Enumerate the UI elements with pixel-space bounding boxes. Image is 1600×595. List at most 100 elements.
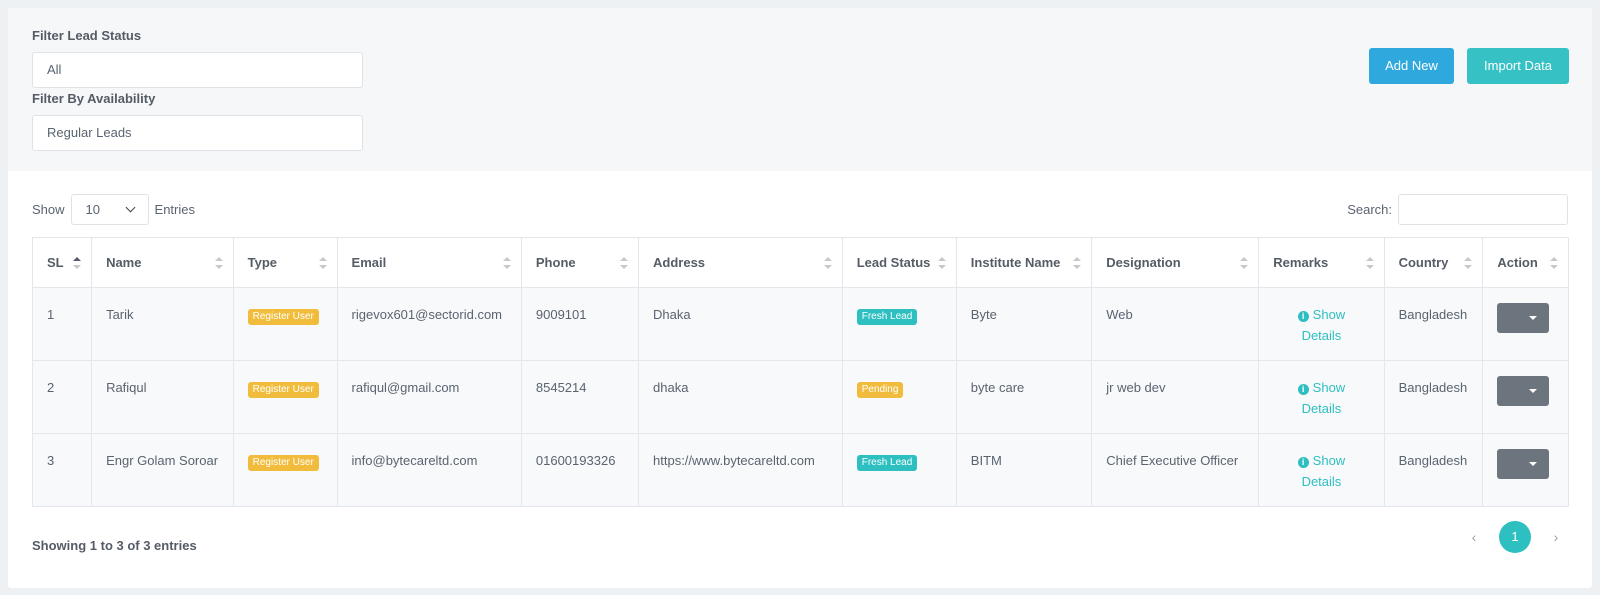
cell-phone: 01600193326 xyxy=(520,433,640,507)
info-icon: i xyxy=(1297,311,1309,322)
search-input[interactable] xyxy=(1398,194,1568,225)
sort-icon xyxy=(214,256,223,269)
sort-icon xyxy=(502,256,511,269)
sort-icon xyxy=(937,256,946,269)
column-header-phone[interactable]: Phone xyxy=(520,237,640,288)
cell-institute: Byte xyxy=(955,287,1093,361)
filter-lead-status-select[interactable]: All xyxy=(32,52,363,88)
column-header-lead-status[interactable]: Lead Status xyxy=(841,237,957,288)
page-button-current[interactable]: 1 xyxy=(1499,521,1531,553)
sort-icon xyxy=(1365,256,1374,269)
cell-email: rafiqul@gmail.com xyxy=(336,360,522,434)
filter-availability-select[interactable]: Regular Leads xyxy=(32,115,363,151)
cell-address: dhaka xyxy=(638,360,843,434)
next-page-icon[interactable]: › xyxy=(1541,529,1571,545)
cell-sl: 2 xyxy=(31,360,93,434)
sort-icon xyxy=(1464,256,1473,269)
sort-icon xyxy=(1073,256,1082,269)
pagination: ‹ 1 › xyxy=(1459,521,1571,553)
info-icon: i xyxy=(1297,384,1309,395)
column-header-name[interactable]: Name xyxy=(91,237,234,288)
table-header-row: SL Name Type Email Phone Address Lead St… xyxy=(31,237,1569,288)
cell-name: Rafiqul xyxy=(91,360,234,434)
show-label: Show xyxy=(32,202,65,217)
column-header-institute-name[interactable]: Institute Name xyxy=(955,237,1093,288)
column-header-address[interactable]: Address xyxy=(638,237,843,288)
cell-lead-status: Fresh Lead xyxy=(841,433,957,507)
table-info: Showing 1 to 3 of 3 entries xyxy=(32,538,197,553)
type-badge: Register User xyxy=(247,455,319,471)
status-badge: Fresh Lead xyxy=(856,309,918,325)
search-label: Search: xyxy=(1347,202,1392,217)
cell-remarks: i Show Details xyxy=(1258,433,1385,507)
chevron-down-icon xyxy=(125,202,135,213)
column-header-action[interactable]: Action xyxy=(1482,237,1569,288)
type-badge: Register User xyxy=(247,382,319,398)
column-header-remarks[interactable]: Remarks xyxy=(1258,237,1385,288)
cell-sl: 1 xyxy=(31,287,93,361)
cell-name: Tarik xyxy=(91,287,234,361)
sort-asc-icon xyxy=(73,256,81,269)
cell-institute: BITM xyxy=(955,433,1093,507)
sort-icon xyxy=(318,256,327,269)
column-header-email[interactable]: Email xyxy=(336,237,522,288)
cell-action xyxy=(1482,287,1569,361)
cell-lead-status: Fresh Lead xyxy=(841,287,957,361)
entries-select[interactable]: 10 xyxy=(70,194,149,225)
import-data-button[interactable]: Import Data xyxy=(1467,48,1569,84)
caret-down-icon xyxy=(1529,462,1538,466)
cell-address: Dhaka xyxy=(638,287,843,361)
cell-type: Register User xyxy=(232,287,338,361)
filter-lead-status-label: Filter Lead Status xyxy=(32,28,142,43)
table-search: Search: xyxy=(1347,194,1568,225)
show-details-link[interactable]: i Show Details xyxy=(1297,453,1345,489)
cell-country: Bangladesh xyxy=(1383,433,1484,507)
cell-remarks: i Show Details xyxy=(1258,360,1385,434)
table-row: 2 Rafiqul Register User rafiqul@gmail.co… xyxy=(31,360,1569,434)
cell-country: Bangladesh xyxy=(1383,287,1484,361)
cell-phone: 8545214 xyxy=(520,360,640,434)
cell-email: rigevox601@sectorid.com xyxy=(336,287,522,361)
column-header-designation[interactable]: Designation xyxy=(1091,237,1260,288)
cell-type: Register User xyxy=(232,360,338,434)
action-dropdown-button[interactable] xyxy=(1497,376,1550,406)
info-icon: i xyxy=(1297,457,1309,468)
cell-email: info@bytecareltd.com xyxy=(336,433,522,507)
sort-icon xyxy=(1550,256,1558,269)
cell-type: Register User xyxy=(232,433,338,507)
filter-availability-label: Filter By Availability xyxy=(32,91,156,106)
action-dropdown-button[interactable] xyxy=(1497,449,1550,479)
show-details-link[interactable]: i Show Details xyxy=(1297,380,1345,416)
cell-designation: jr web dev xyxy=(1091,360,1260,434)
cell-address: https://www.bytecareltd.com xyxy=(638,433,843,507)
status-badge: Pending xyxy=(856,382,904,398)
type-badge: Register User xyxy=(247,309,319,325)
caret-down-icon xyxy=(1529,316,1538,320)
sort-icon xyxy=(1240,256,1249,269)
cell-lead-status: Pending xyxy=(841,360,957,434)
show-details-link[interactable]: i Show Details xyxy=(1297,307,1345,343)
leads-card: Filter Lead Status All Filter By Availab… xyxy=(8,8,1592,588)
cell-country: Bangladesh xyxy=(1383,360,1484,434)
cell-institute: byte care xyxy=(955,360,1093,434)
filter-panel: Filter Lead Status All Filter By Availab… xyxy=(8,8,1592,171)
leads-table: SL Name Type Email Phone Address Lead St… xyxy=(31,237,1569,507)
column-header-country[interactable]: Country xyxy=(1383,237,1484,288)
sort-icon xyxy=(823,256,832,269)
add-new-button[interactable]: Add New xyxy=(1369,48,1454,84)
caret-down-icon xyxy=(1529,389,1538,393)
action-dropdown-button[interactable] xyxy=(1497,303,1550,333)
cell-designation: Web xyxy=(1091,287,1260,361)
cell-action xyxy=(1482,360,1569,434)
table-row: 1 Tarik Register User rigevox601@sectori… xyxy=(31,287,1569,361)
entries-length-control: Show 10 Entries xyxy=(32,194,195,225)
entries-label: Entries xyxy=(154,202,195,217)
table-row: 3 Engr Golam Soroar Register User info@b… xyxy=(31,433,1569,507)
cell-designation: Chief Executive Officer xyxy=(1091,433,1260,507)
cell-phone: 9009101 xyxy=(520,287,640,361)
column-header-sl[interactable]: SL xyxy=(31,237,93,288)
cell-action xyxy=(1482,433,1569,507)
column-header-type[interactable]: Type xyxy=(232,237,338,288)
prev-page-icon[interactable]: ‹ xyxy=(1459,529,1489,545)
entries-select-value: 10 xyxy=(85,202,100,217)
